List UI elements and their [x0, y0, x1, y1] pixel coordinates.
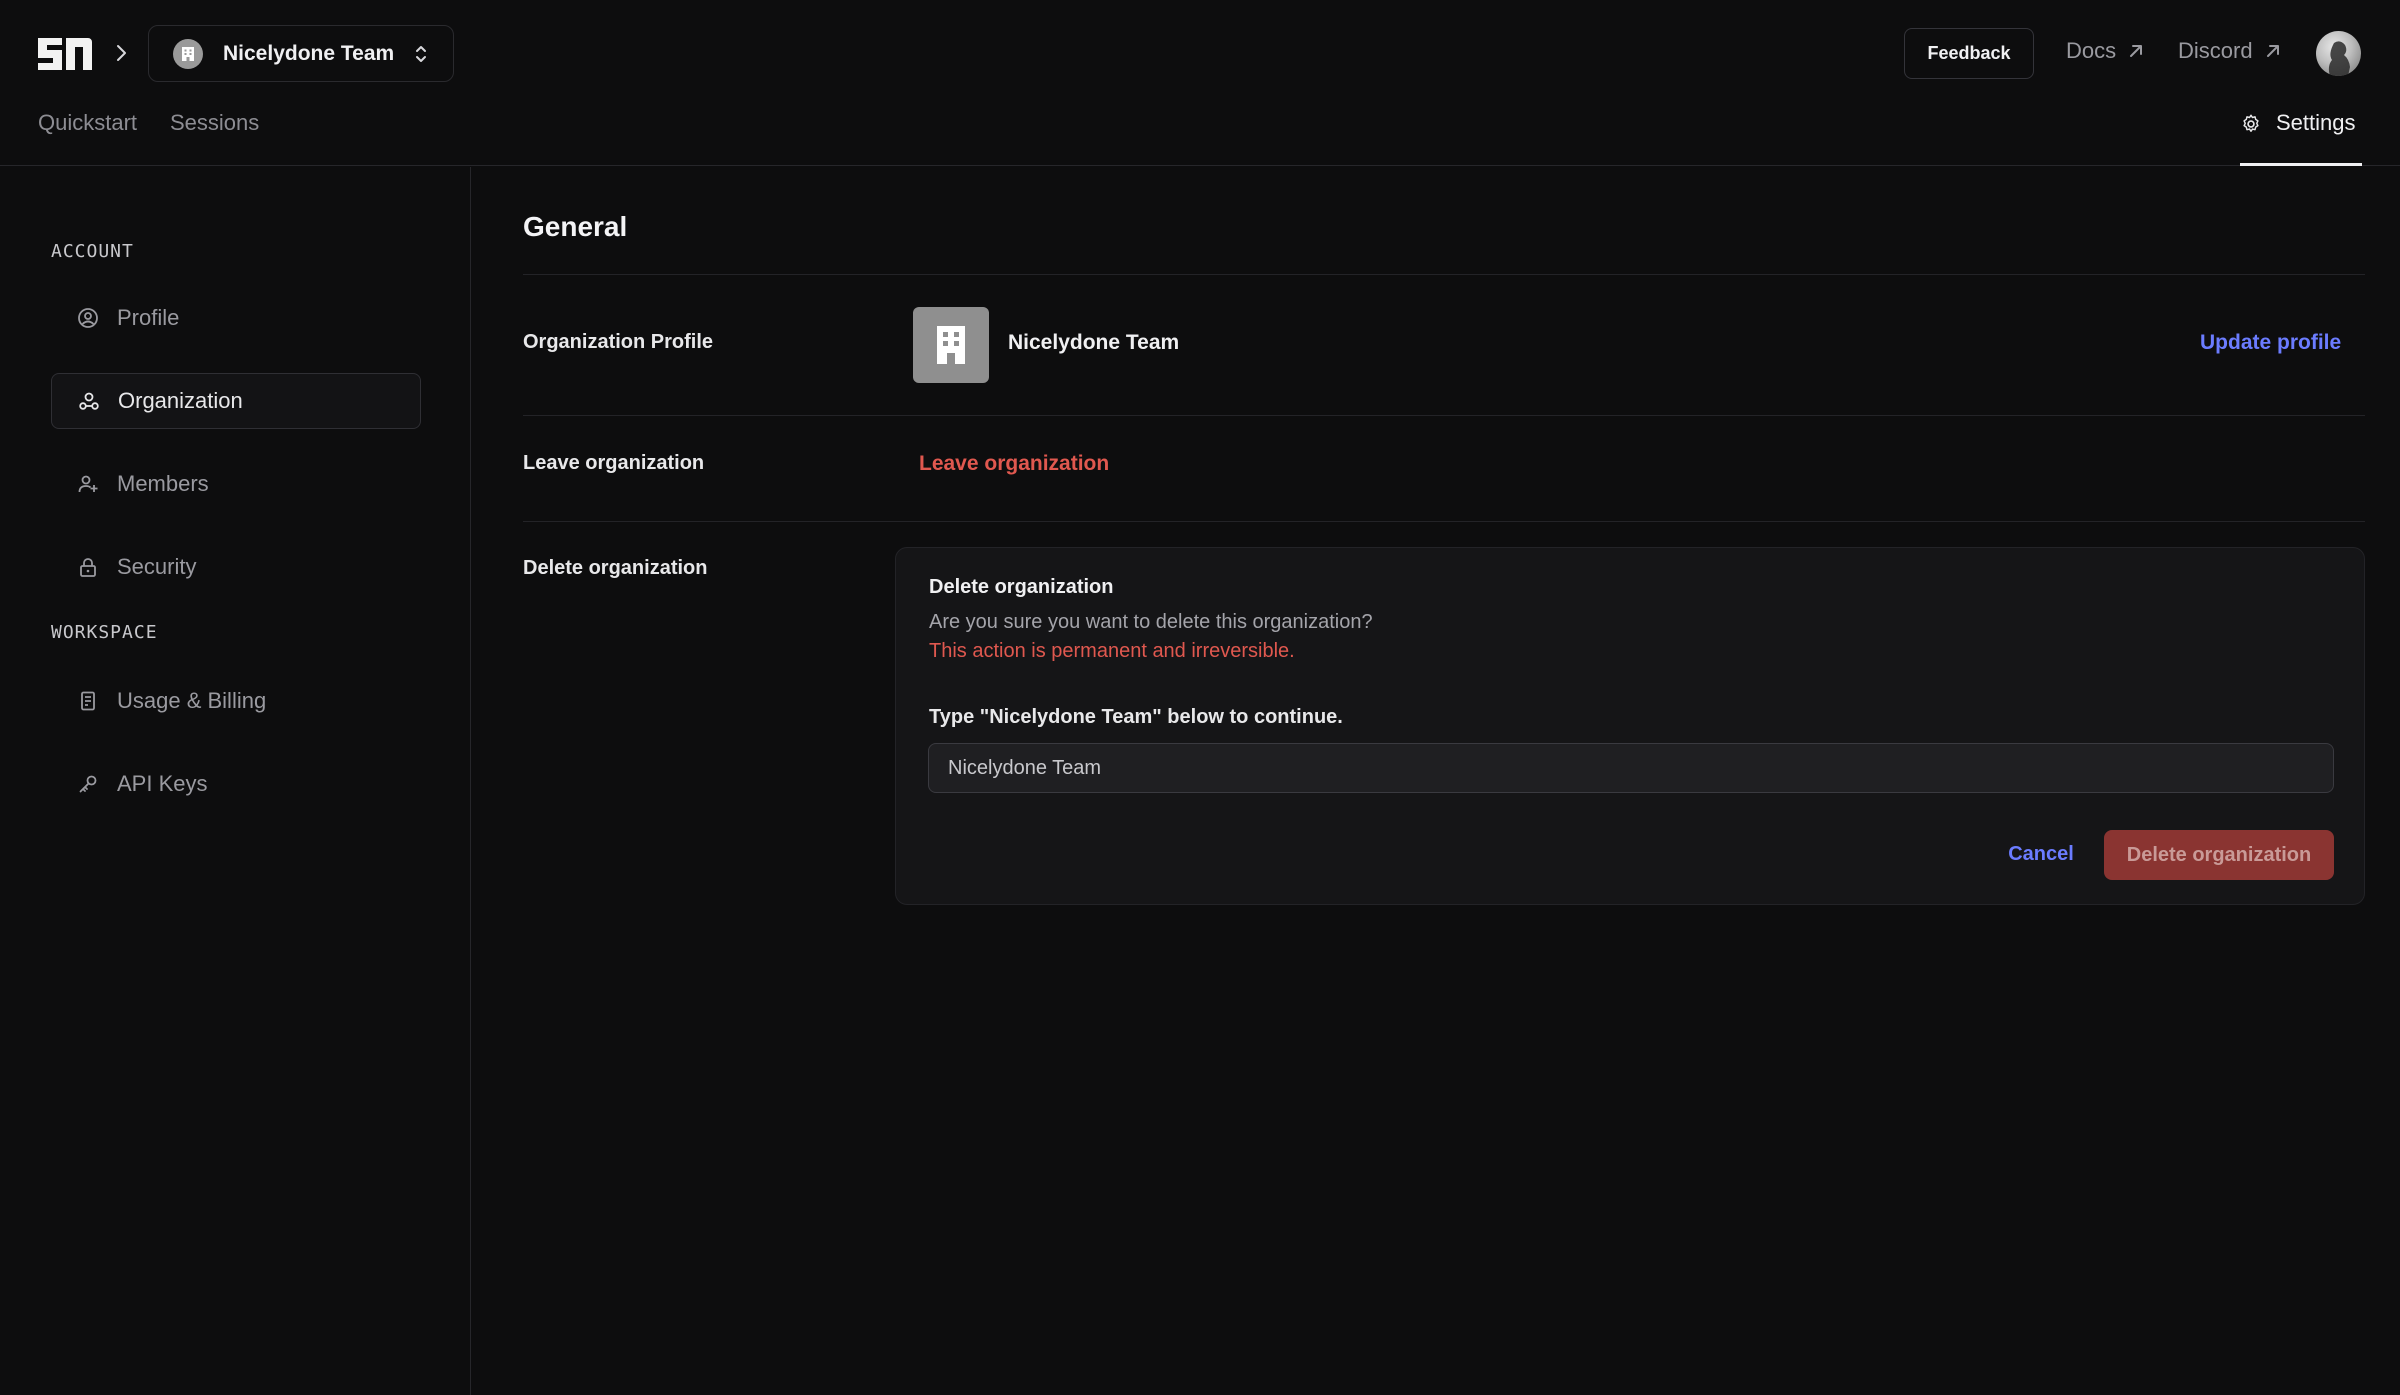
settings-main: General Organization Profile Nicelydone … [472, 167, 2400, 1395]
tab-quickstart[interactable]: Quickstart [38, 110, 137, 136]
sidebar-item-usage-billing[interactable]: Usage & Billing [51, 673, 421, 729]
sidebar-item-label: API Keys [117, 771, 208, 796]
sidebar-item-security[interactable]: Security [51, 539, 421, 595]
sidebar-item-label: Members [117, 471, 209, 496]
sidebar-item-profile[interactable]: Profile [51, 290, 421, 346]
settings-sidebar: ACCOUNT Profile Organization Members Sec… [0, 167, 471, 1395]
feedback-button[interactable]: Feedback [1904, 28, 2034, 79]
external-arrow-icon [2130, 45, 2143, 57]
sidebar-item-label: Organization [118, 388, 243, 413]
divider [523, 274, 2365, 275]
gear-icon [2243, 114, 2259, 132]
user-circle-icon [78, 308, 98, 328]
docs-link[interactable]: Docs [2066, 38, 2146, 64]
user-plus-icon [78, 475, 98, 493]
leave-organization-label: Leave organization [523, 452, 705, 474]
tab-sessions[interactable]: Sessions [170, 110, 259, 136]
user-avatar[interactable] [2316, 31, 2361, 76]
organization-icon [79, 392, 99, 410]
chevron-up-down-icon [416, 45, 427, 62]
delete-organization-dialog: Delete organization Are you sure you wan… [895, 547, 2365, 905]
dialog-question: Are you sure you want to delete this org… [929, 611, 1373, 633]
update-profile-link[interactable]: Update profile [2200, 331, 2341, 355]
settings-app: Nicelydone Team Feedback Docs Discord Qu [0, 0, 2400, 1395]
confirm-name-input[interactable] [928, 743, 2334, 793]
cancel-button[interactable]: Cancel [1996, 830, 2086, 878]
page-title: General [523, 211, 628, 242]
breadcrumb-chevron-icon [117, 45, 126, 61]
external-arrow-icon [2266, 45, 2279, 57]
team-name: Nicelydone Team [223, 41, 395, 65]
sidebar-item-api-keys[interactable]: API Keys [51, 756, 421, 812]
discord-link-label: Discord [2178, 38, 2253, 63]
organization-profile-label: Organization Profile [523, 331, 714, 353]
team-switcher[interactable]: Nicelydone Team [148, 25, 454, 82]
sidebar-item-label: Usage & Billing [117, 688, 267, 713]
sidebar-item-members[interactable]: Members [51, 456, 421, 512]
building-icon [937, 326, 965, 364]
team-avatar [173, 38, 203, 69]
sidebar-item-organization[interactable]: Organization [51, 373, 421, 429]
key-icon [79, 775, 97, 793]
confirm-prompt: Type "Nicelydone Team" below to continue… [929, 706, 1343, 728]
brand-logo[interactable] [36, 34, 92, 74]
delete-organization-button[interactable]: Delete organization [2104, 830, 2334, 880]
divider [523, 521, 2365, 522]
divider [523, 415, 2365, 416]
account-heading: ACCOUNT [51, 241, 134, 262]
sidebar-item-label: Security [117, 554, 197, 579]
organization-name: Nicelydone Team [1008, 331, 1180, 354]
organization-logo [913, 307, 989, 383]
dialog-warning: This action is permanent and irreversibl… [929, 640, 1295, 662]
leave-organization-link[interactable]: Leave organization [919, 452, 1109, 476]
avatar-photo [2328, 41, 2350, 76]
sidebar-item-label: Profile [117, 305, 180, 330]
dialog-title: Delete organization [929, 576, 1114, 598]
settings-tab-label: Settings [2276, 110, 2356, 135]
discord-link[interactable]: Discord [2178, 38, 2283, 64]
tab-settings[interactable]: Settings [2240, 104, 2362, 166]
receipt-icon [81, 691, 95, 711]
docs-link-label: Docs [2066, 38, 2117, 63]
delete-organization-label: Delete organization [523, 557, 708, 579]
workspace-heading: WORKSPACE [51, 622, 158, 643]
building-icon [182, 46, 194, 61]
lock-icon [80, 558, 96, 577]
top-bar: Nicelydone Team Feedback Docs Discord Qu [0, 0, 2400, 166]
